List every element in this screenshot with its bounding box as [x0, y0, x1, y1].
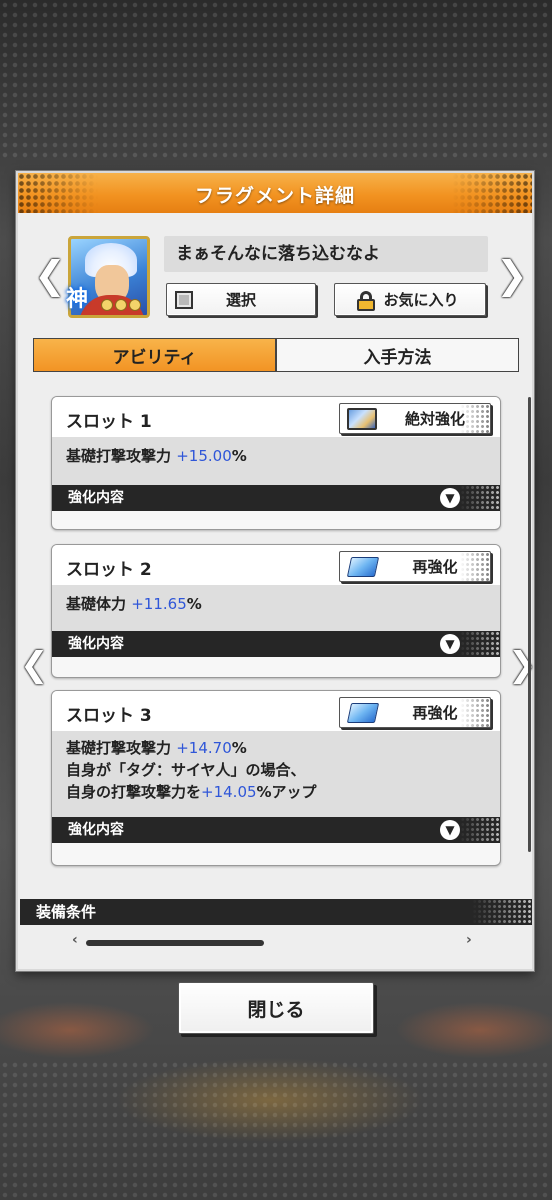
select-button[interactable]: 選択: [166, 283, 316, 316]
slot-title: スロット 2: [66, 560, 152, 580]
lock-icon: [357, 291, 375, 311]
effect-prefix: 自身が「タグ：サイヤ人」の場合、: [66, 761, 306, 779]
chevron-down-icon: ▼: [440, 820, 460, 840]
star-rating: [96, 299, 146, 313]
scroll-right-hint-icon: ›: [466, 932, 472, 948]
slot-card-2: スロット 2 再強化 基礎体力 +11.65% 強化内容 ▼: [51, 544, 501, 678]
scroll-left-hint-icon: ‹: [72, 932, 78, 948]
fragment-name: まぁそんなに落ち込むなよ: [164, 236, 488, 272]
effect-suffix: %: [231, 447, 247, 465]
effect-value: +14.05: [201, 783, 257, 801]
star-icon: [129, 299, 141, 311]
detail-label: 強化内容: [68, 490, 124, 506]
slot-title: スロット 3: [66, 706, 152, 726]
prev-page-arrow-icon[interactable]: ❮: [20, 648, 49, 682]
slot-effect-text: 基礎体力 +11.65%: [52, 585, 500, 633]
panel-header: フラグメント詳細: [18, 173, 532, 213]
effect-prefix: 基礎打撃攻撃力: [66, 739, 177, 757]
effect-value: +14.70: [176, 739, 232, 757]
effect-line: 自身が「タグ：サイヤ人」の場合、: [66, 759, 486, 781]
close-button[interactable]: 閉じる: [178, 982, 374, 1034]
slot-title: スロット 1: [66, 412, 152, 432]
effect-value: +11.65: [131, 595, 187, 613]
effect-prefix: 基礎体力: [66, 595, 132, 613]
slot-list[interactable]: スロット 1 絶対強化 基礎打撃攻撃力 +15.00% 強化内容 ▼ スロット …: [48, 393, 506, 873]
enhance-detail-toggle[interactable]: 強化内容 ▼: [52, 631, 500, 657]
effect-line: 基礎体力 +11.65%: [66, 593, 486, 615]
next-page-arrow-icon[interactable]: ❯: [508, 648, 537, 682]
slot-effect-text: 基礎打撃攻撃力 +14.70% 自身が「タグ：サイヤ人」の場合、 自身の打撃攻撃…: [52, 731, 500, 819]
effect-line: 基礎打撃攻撃力 +14.70%: [66, 737, 486, 759]
chevron-down-icon: ▼: [440, 488, 460, 508]
re-enhance-button[interactable]: 再強化: [339, 551, 491, 582]
effect-prefix: 自身の打撃攻撃力を: [66, 783, 202, 801]
effect-line: 自身の打撃攻撃力を+14.05%アップ: [66, 781, 486, 803]
star-icon: [115, 299, 127, 311]
slot-card-1: スロット 1 絶対強化 基礎打撃攻撃力 +15.00% 強化内容 ▼: [51, 396, 501, 530]
select-button-label: 選択: [225, 291, 256, 309]
slot-button-label: 再強化: [412, 704, 458, 722]
star-icon: [101, 299, 113, 311]
enhance-detail-toggle[interactable]: 強化内容 ▼: [52, 485, 500, 511]
book-icon: [346, 557, 380, 577]
chevron-down-icon: ▼: [440, 634, 460, 654]
tab-acquisition[interactable]: 入手方法: [276, 338, 519, 372]
next-fragment-arrow-icon[interactable]: ❯: [496, 256, 528, 294]
favorite-button[interactable]: お気に入り: [334, 283, 486, 316]
card-icon: [347, 408, 377, 430]
effect-suffix: %: [231, 739, 247, 757]
detail-label: 強化内容: [68, 636, 124, 652]
effect-value: +15.00: [176, 447, 232, 465]
favorite-button-label: お気に入り: [383, 291, 459, 309]
equip-condition-header[interactable]: 装備条件: [20, 899, 532, 925]
effect-prefix: 基礎打撃攻撃力: [66, 447, 177, 465]
effect-line: 基礎打撃攻撃力 +15.00%: [66, 445, 486, 467]
tab-bar: アビリティ 入手方法: [33, 338, 519, 372]
slot-button-label: 再強化: [412, 558, 458, 576]
re-enhance-button[interactable]: 再強化: [339, 697, 491, 728]
prev-fragment-arrow-icon[interactable]: ❮: [34, 256, 66, 294]
effect-suffix: %アップ: [256, 783, 317, 801]
list-scrollbar[interactable]: [528, 397, 531, 852]
slot-2-header: スロット 2 再強化: [52, 545, 500, 585]
slot-1-header: スロット 1 絶対強化: [52, 397, 500, 437]
slot-card-3: スロット 3 再強化 基礎打撃攻撃力 +14.70% 自身が「タグ：サイヤ人」の…: [51, 690, 501, 866]
absolute-enhance-button[interactable]: 絶対強化: [339, 403, 491, 434]
slot-3-header: スロット 3 再強化: [52, 691, 500, 731]
book-icon: [346, 703, 380, 723]
scroll-indicator: [86, 940, 264, 946]
checkbox-icon: [175, 291, 193, 309]
enhance-detail-toggle[interactable]: 強化内容 ▼: [52, 817, 500, 843]
detail-label: 強化内容: [68, 822, 124, 838]
panel-title: フラグメント詳細: [194, 185, 355, 207]
tab-ability[interactable]: アビリティ: [33, 338, 276, 372]
slot-effect-text: 基礎打撃攻撃力 +15.00%: [52, 437, 500, 485]
effect-suffix: %: [186, 595, 202, 613]
slot-button-label: 絶対強化: [404, 410, 465, 428]
